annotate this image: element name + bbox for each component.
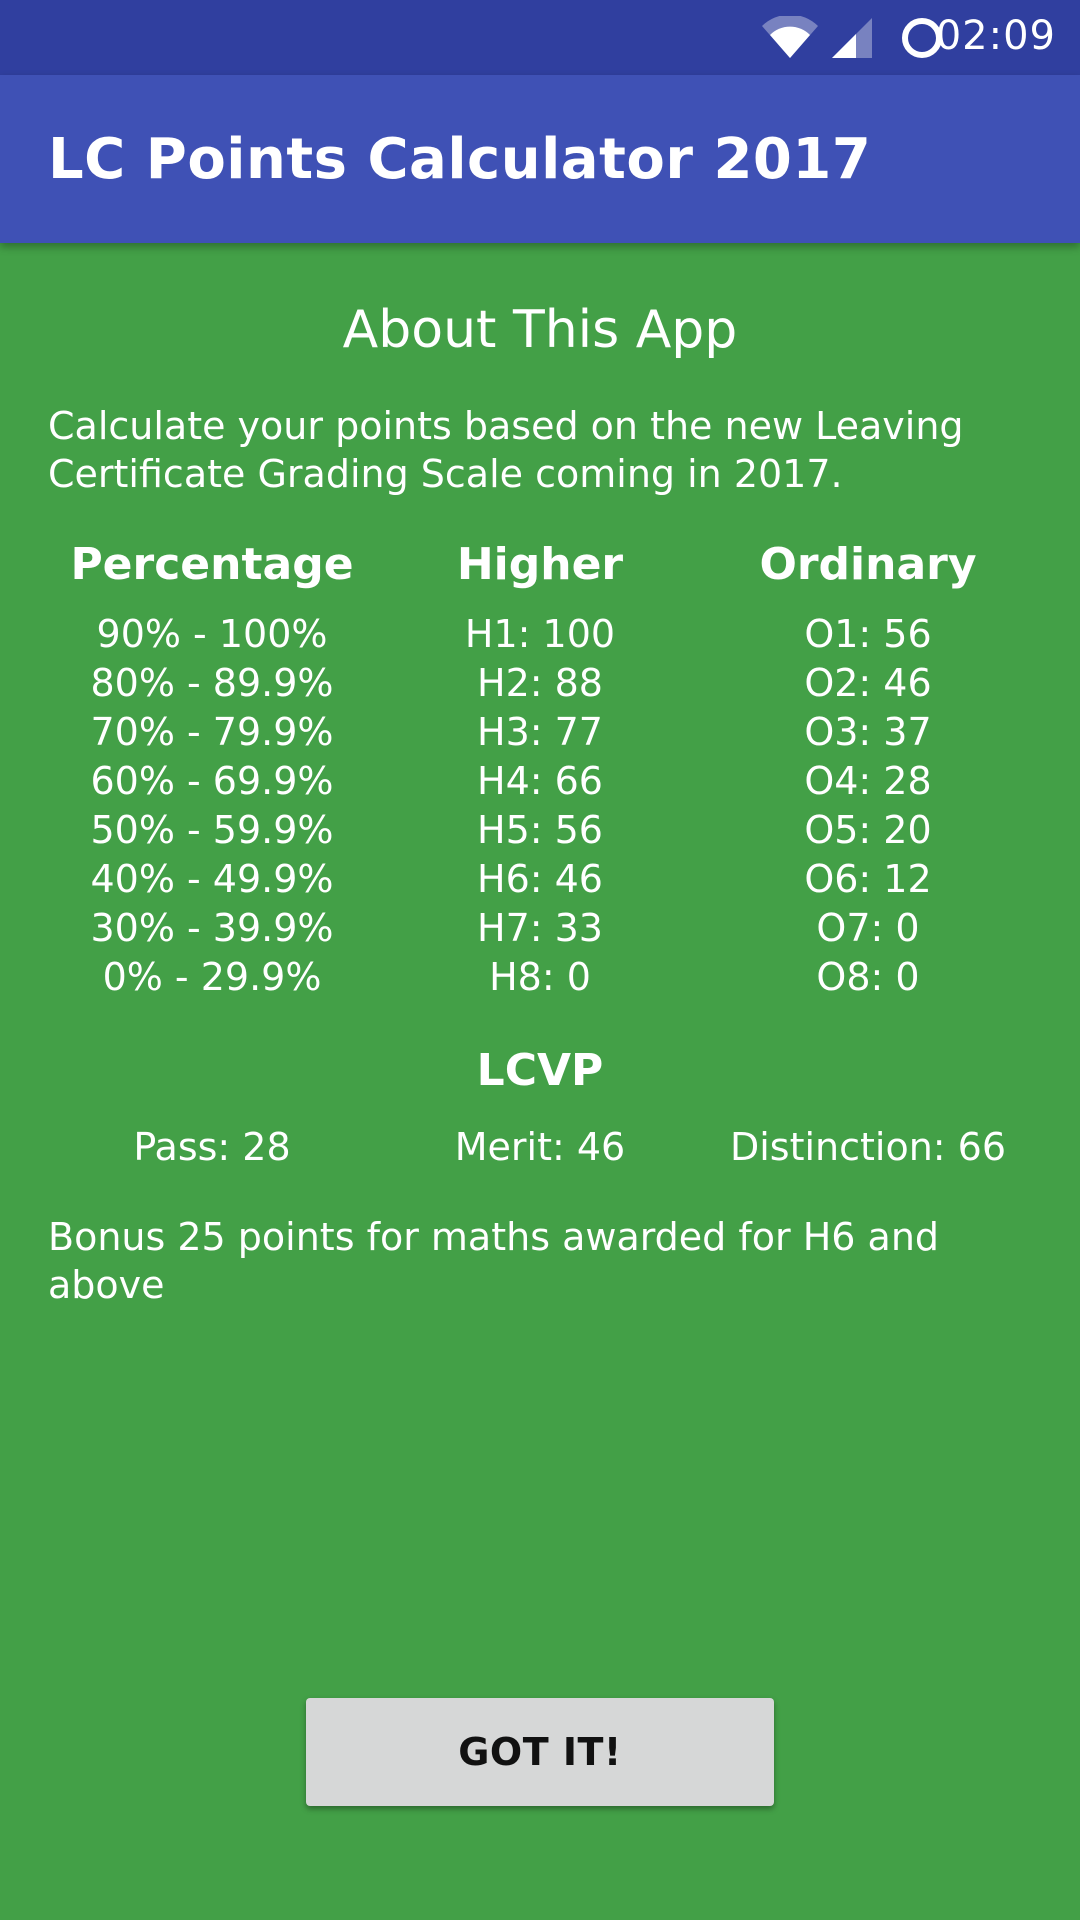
- wifi-icon: [760, 14, 820, 64]
- ordinary-row: O3: 37: [804, 710, 932, 754]
- percentage-row: 60% - 69.9%: [90, 759, 334, 803]
- percentage-row: 80% - 89.9%: [90, 661, 334, 705]
- higher-row: H2: 88: [477, 661, 603, 705]
- about-title: About This App: [342, 300, 738, 360]
- higher-row: H4: 66: [477, 759, 603, 803]
- grading-table: Percentage 90% - 100% 80% - 89.9% 70% - …: [48, 535, 1032, 1002]
- status-time: 02:09: [935, 13, 1056, 59]
- higher-header: Higher: [456, 539, 624, 590]
- percentage-header: Percentage: [70, 539, 354, 590]
- percentage-row: 30% - 39.9%: [90, 906, 334, 950]
- ordinary-header: Ordinary: [759, 539, 977, 590]
- ordinary-row: O1: 56: [804, 612, 932, 656]
- ordinary-row: O8: 0: [816, 955, 920, 999]
- got-it-button[interactable]: GOT IT!: [306, 1698, 774, 1806]
- app-bar: LC Points Calculator 2017: [0, 75, 1080, 243]
- percentage-row: 40% - 49.9%: [90, 857, 334, 901]
- ordinary-row: O6: 12: [804, 857, 932, 901]
- percentage-row: 50% - 59.9%: [90, 808, 334, 852]
- ordinary-row: O4: 28: [804, 759, 932, 803]
- higher-row: H3: 77: [477, 710, 603, 754]
- lcvp-row: Pass: 28 Merit: 46 Distinction: 66: [48, 1125, 1032, 1169]
- status-icons: 02:09: [760, 0, 1080, 75]
- ordinary-row: O2: 46: [804, 661, 932, 705]
- lcvp-distinction: Distinction: 66: [729, 1125, 1007, 1169]
- higher-row: H1: 100: [464, 612, 616, 656]
- ordinary-row: O5: 20: [804, 808, 932, 852]
- ordinary-column: Ordinary O1: 56 O2: 46 O3: 37 O4: 28 O5:…: [704, 535, 1032, 1002]
- cell-signal-icon: [830, 16, 874, 64]
- percentage-row: 0% - 29.9%: [102, 955, 322, 999]
- lcvp-pass: Pass: 28: [133, 1125, 291, 1169]
- lcvp-merit: Merit: 46: [454, 1125, 626, 1169]
- intro-text: Calculate your points based on the new L…: [48, 404, 964, 496]
- higher-column: Higher H1: 100 H2: 88 H3: 77 H4: 66 H5: …: [376, 535, 704, 1002]
- percentage-row: 90% - 100%: [96, 612, 328, 656]
- ordinary-row: O7: 0: [816, 906, 920, 950]
- percentage-column: Percentage 90% - 100% 80% - 89.9% 70% - …: [48, 535, 376, 1002]
- lcvp-title: LCVP: [476, 1045, 604, 1096]
- status-bar: 02:09: [0, 0, 1080, 75]
- app-title: LC Points Calculator 2017: [48, 127, 872, 192]
- higher-row: H8: 0: [489, 955, 591, 999]
- higher-row: H6: 46: [477, 857, 603, 901]
- bonus-text: Bonus 25 points for maths awarded for H6…: [48, 1215, 940, 1307]
- higher-row: H7: 33: [477, 906, 603, 950]
- higher-row: H5: 56: [477, 808, 603, 852]
- percentage-row: 70% - 79.9%: [90, 710, 334, 754]
